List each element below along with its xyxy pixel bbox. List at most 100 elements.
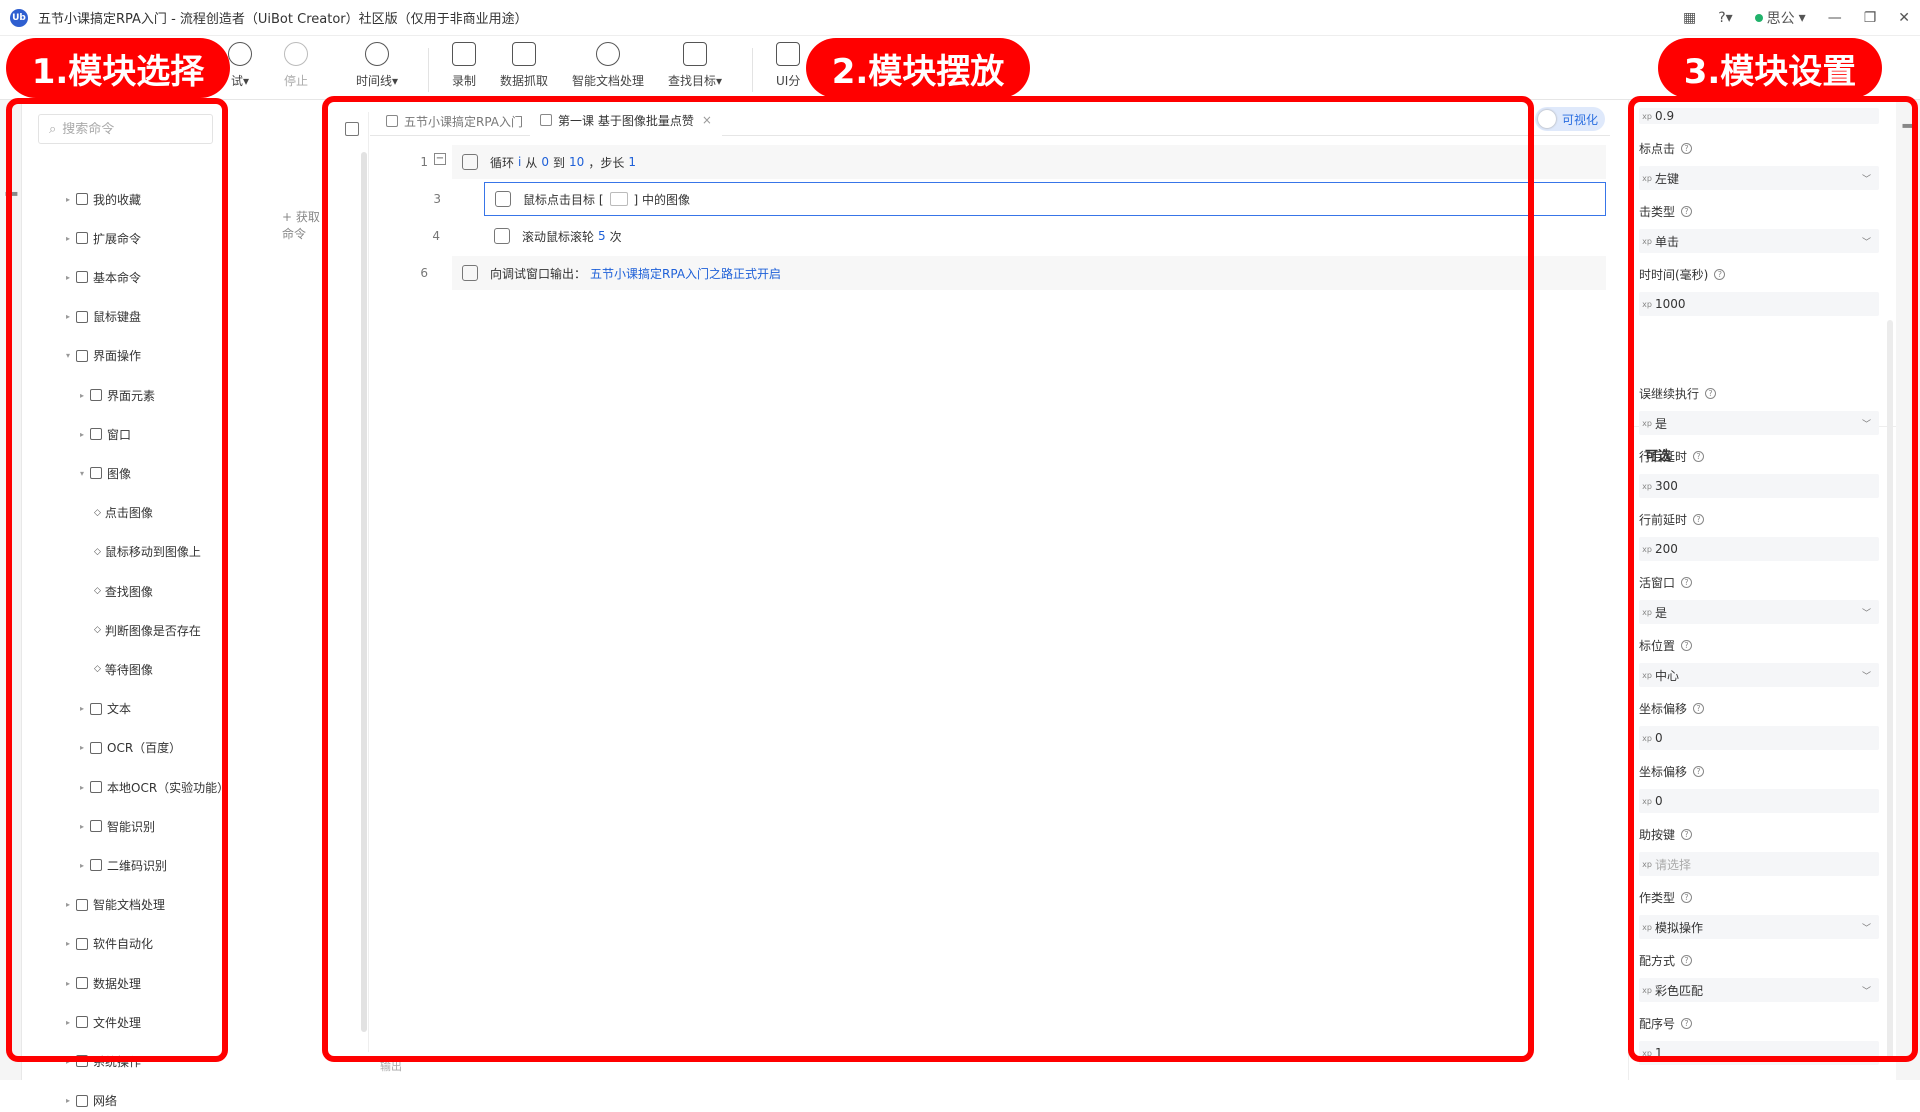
help-circle-icon[interactable]: ? [1681,828,1693,840]
chevron-right-icon[interactable]: ▸ [80,391,90,400]
chevron-right-icon[interactable]: ▸ [66,1057,76,1066]
chevron-right-icon[interactable]: ▸ [80,430,90,439]
property-field[interactable]: xp 1 [1639,1041,1879,1065]
property-field[interactable]: xp 请选择 [1639,852,1879,876]
help-circle-icon[interactable]: ? [1693,765,1705,777]
tree-item[interactable]: ▾ 图像 [80,462,131,484]
help-circle-icon[interactable]: ? [1681,954,1693,966]
timeline-button[interactable]: 时间线▾ [356,42,398,89]
tree-item[interactable]: ▸ 窗口 [80,423,131,445]
tree-item[interactable]: ◇ 查找图像 [94,580,153,602]
help-circle-icon[interactable]: ? [1693,702,1705,714]
data-scrape-button[interactable]: 数据抓取 [500,42,548,89]
help-circle-icon[interactable]: ? [1681,142,1693,154]
chevron-right-icon[interactable]: ▸ [80,704,90,713]
chevron-right-icon[interactable]: ▸ [66,900,76,909]
chevron-right-icon[interactable]: ▸ [80,822,90,831]
chevron-right-icon[interactable]: ▸ [66,1018,76,1027]
chevron-down-icon[interactable]: ﹀ [1862,669,1871,682]
chevron-right-icon[interactable]: ▸ [80,743,90,752]
property-field[interactable]: xp 是 ﹀ [1639,600,1879,624]
tree-item[interactable]: ▸ 智能识别 [80,815,155,837]
tree-item[interactable]: ▸ 数据处理 [66,972,141,994]
chevron-right-icon[interactable]: ▸ [66,234,76,243]
help-circle-icon[interactable]: ? [1705,387,1717,399]
property-field[interactable]: xp 彩色匹配 ﹀ [1639,978,1879,1002]
help-circle-icon[interactable]: ? [1681,891,1693,903]
help-circle-icon[interactable]: ? [1681,205,1693,217]
visual-toggle[interactable]: 可视化 [1535,107,1605,131]
property-field[interactable]: xp 0 [1639,789,1879,813]
tab-lesson-one[interactable]: 第一课 基于图像批量点赞 × [530,106,722,136]
chevron-down-icon[interactable]: ﹀ [1862,606,1871,619]
chevron-right-icon[interactable]: ▸ [66,195,76,204]
property-field[interactable]: xp 中心 ﹀ [1639,663,1879,687]
property-field[interactable]: xp 左键 ﹀ [1639,166,1879,190]
run-button[interactable]: 试▾ [228,42,252,89]
outline-icon[interactable] [345,122,359,136]
tree-item[interactable]: ▸ 二维码识别 [80,854,167,876]
chevron-right-icon[interactable]: ▸ [80,861,90,870]
help-icon[interactable]: ?▾ [1718,10,1732,26]
tab-close-icon[interactable]: × [702,113,712,127]
ui-analyze-button[interactable]: UI分 [776,42,800,89]
code-row-output[interactable]: 6 向调试窗口输出： 五节小课搞定RPA入门之路正式开启 [420,256,1606,290]
output-tab[interactable]: 输出 [380,1058,402,1074]
help-circle-icon[interactable]: ? [1714,268,1726,280]
code-row-loop[interactable]: 1 循环 i 从 0 到 10 ，步长 1 [420,145,1606,179]
tree-item[interactable]: ▸ 文本 [80,698,131,720]
tree-item[interactable]: ▸ 基本命令 [66,266,141,288]
chevron-right-icon[interactable]: ▸ [80,783,90,792]
tree-item[interactable]: ▸ 系统操作 [66,1050,141,1072]
minimize-icon[interactable]: — [1828,10,1842,26]
tree-item[interactable]: ▾ 界面操作 [66,345,141,367]
code-row-click-image[interactable]: 3 鼠标点击目标 [ ] 中的图像 [433,182,1606,216]
chevron-down-icon[interactable]: ﹀ [1862,921,1871,934]
tree-item[interactable]: ▸ 网络 [66,1090,117,1112]
help-circle-icon[interactable]: ? [1693,513,1705,525]
thumbs-up-image-icon[interactable] [609,192,628,206]
get-command-button[interactable]: + 获取命令 [282,208,322,242]
chevron-right-icon[interactable]: ▸ [66,312,76,321]
chevron-down-icon[interactable]: ﹀ [1862,984,1871,997]
restore-icon[interactable]: ❐ [1864,10,1877,26]
find-target-button[interactable]: 查找目标▾ [668,42,722,89]
editor-scrollbar[interactable] [361,152,367,1032]
property-field[interactable]: xp 0 [1639,726,1879,750]
chevron-right-icon[interactable]: ▸ [66,939,76,948]
tree-item[interactable]: ◇ 鼠标移动到图像上 [94,541,201,563]
tree-item[interactable]: ▸ 本地OCR（实验功能） [80,776,229,798]
tree-item[interactable]: ▸ 智能文档处理 [66,894,165,916]
stop-button[interactable]: 停止 [284,42,308,89]
chevron-down-icon[interactable]: ﹀ [1862,235,1871,248]
property-field[interactable]: xp 模拟操作 ﹀ [1639,915,1879,939]
chevron-down-icon[interactable]: ▾ [66,351,76,360]
tree-item[interactable]: ◇ 点击图像 [94,502,153,524]
code-row-scroll[interactable]: 4 滚动鼠标滚轮 5 次 [432,219,1606,253]
search-input[interactable] [62,121,203,137]
tree-item[interactable]: ▸ 扩展命令 [66,227,141,249]
help-circle-icon[interactable]: ? [1681,576,1693,588]
tree-item[interactable]: ▸ 文件处理 [66,1011,141,1033]
user-menu[interactable]: 思公 ▾ [1754,8,1806,28]
close-icon[interactable]: ✕ [1898,10,1910,26]
record-button[interactable]: 录制 [452,42,476,89]
tree-item[interactable]: ▸ OCR（百度） [80,737,181,759]
property-field[interactable]: xp 单击 ﹀ [1639,229,1879,253]
idp-button[interactable]: 智能文档处理 [572,42,644,89]
tree-item[interactable]: ◇ 等待图像 [94,658,153,680]
help-circle-icon[interactable]: ? [1681,1017,1693,1029]
help-circle-icon[interactable]: ? [1681,639,1693,651]
help-circle-icon[interactable]: ? [1693,450,1705,462]
property-field[interactable]: xp 200 [1639,537,1879,561]
collapse-icon[interactable]: − [434,153,446,165]
tree-item[interactable]: ▸ 界面元素 [80,384,155,406]
tree-item[interactable]: ▸ 我的收藏 [66,188,141,210]
property-field[interactable]: xp 是 ﹀ [1639,411,1879,435]
chevron-right-icon[interactable]: ▸ [66,273,76,282]
chevron-down-icon[interactable]: ▾ [80,469,90,478]
tab-flow[interactable]: 五节小课搞定RPA入门 [376,106,533,136]
tree-item[interactable]: ▸ 软件自动化 [66,933,153,955]
property-top-field[interactable]: xp 0.9 [1639,108,1879,124]
property-field[interactable]: xp 300 [1639,474,1879,498]
